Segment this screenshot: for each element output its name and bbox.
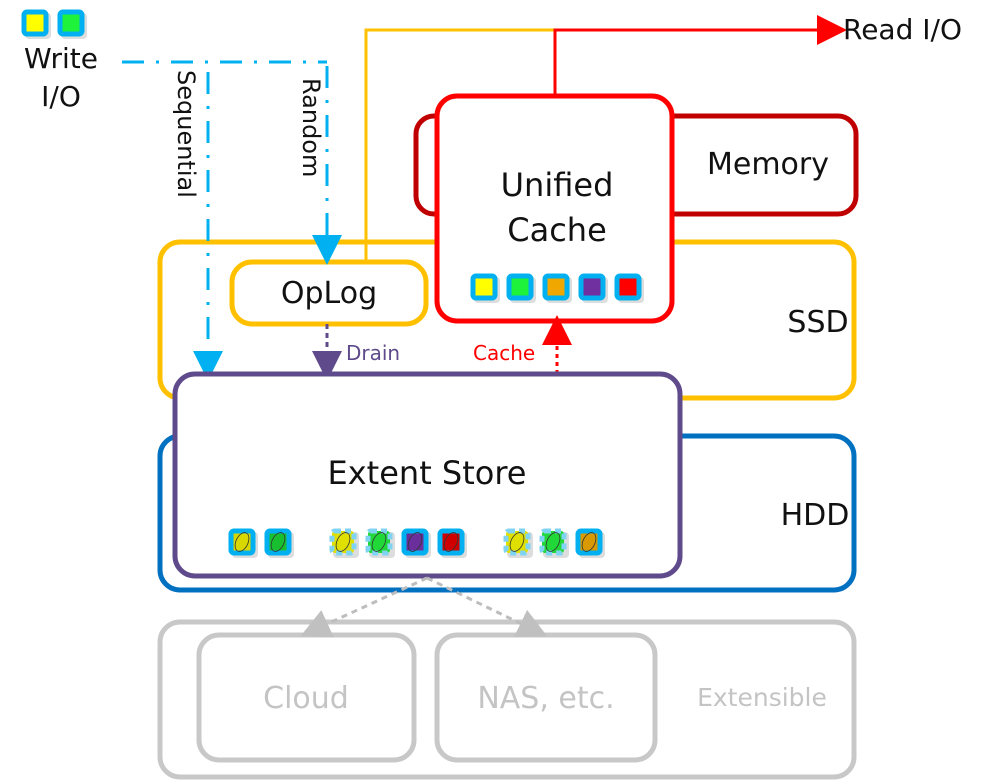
extensible-label: Extensible [697, 683, 827, 712]
write-blocks [21, 9, 87, 39]
cloud-label: Cloud [263, 681, 349, 716]
extent-data-block [228, 528, 258, 558]
write-data-block [57, 9, 87, 39]
extent-store-label: Extent Store [328, 454, 527, 492]
write-io-label-2: I/O [41, 80, 81, 113]
cache-data-block [506, 273, 536, 303]
extent-data-block [365, 528, 395, 558]
drain-label: Drain [346, 341, 400, 365]
memory-label: Memory [707, 147, 829, 182]
extent-data-block [264, 528, 294, 558]
cache-blocks [470, 273, 644, 303]
cache-data-block [578, 273, 608, 303]
extent-blocks [228, 528, 605, 558]
random-label: Random [297, 78, 325, 177]
extent-data-block [437, 528, 467, 558]
extent-data-block [329, 528, 359, 558]
oplog-label: OpLog [281, 276, 377, 311]
unified-cache-label-1: Unified [501, 166, 614, 204]
cache-data-block [542, 273, 572, 303]
extent-data-block [575, 528, 605, 558]
extent-data-block [401, 528, 431, 558]
extent-data-block [503, 528, 533, 558]
unified-cache-label-2: Cache [507, 211, 607, 249]
cache-data-block [614, 273, 644, 303]
cache-data-block [470, 273, 500, 303]
nas-label: NAS, etc. [477, 681, 614, 716]
extent-data-block [539, 528, 569, 558]
cache-label: Cache [473, 341, 535, 365]
hdd-label: HDD [781, 498, 850, 533]
cache-read-path [553, 15, 847, 96]
sequential-label: Sequential [172, 70, 200, 198]
write-data-block [21, 9, 51, 39]
read-io-label: Read I/O [843, 13, 962, 46]
write-io-label-1: Write [24, 42, 98, 75]
ssd-label: SSD [787, 305, 848, 340]
storage-io-diagram: Cloud NAS, etc. Extensible HDD SSD Memor… [21, 9, 962, 780]
